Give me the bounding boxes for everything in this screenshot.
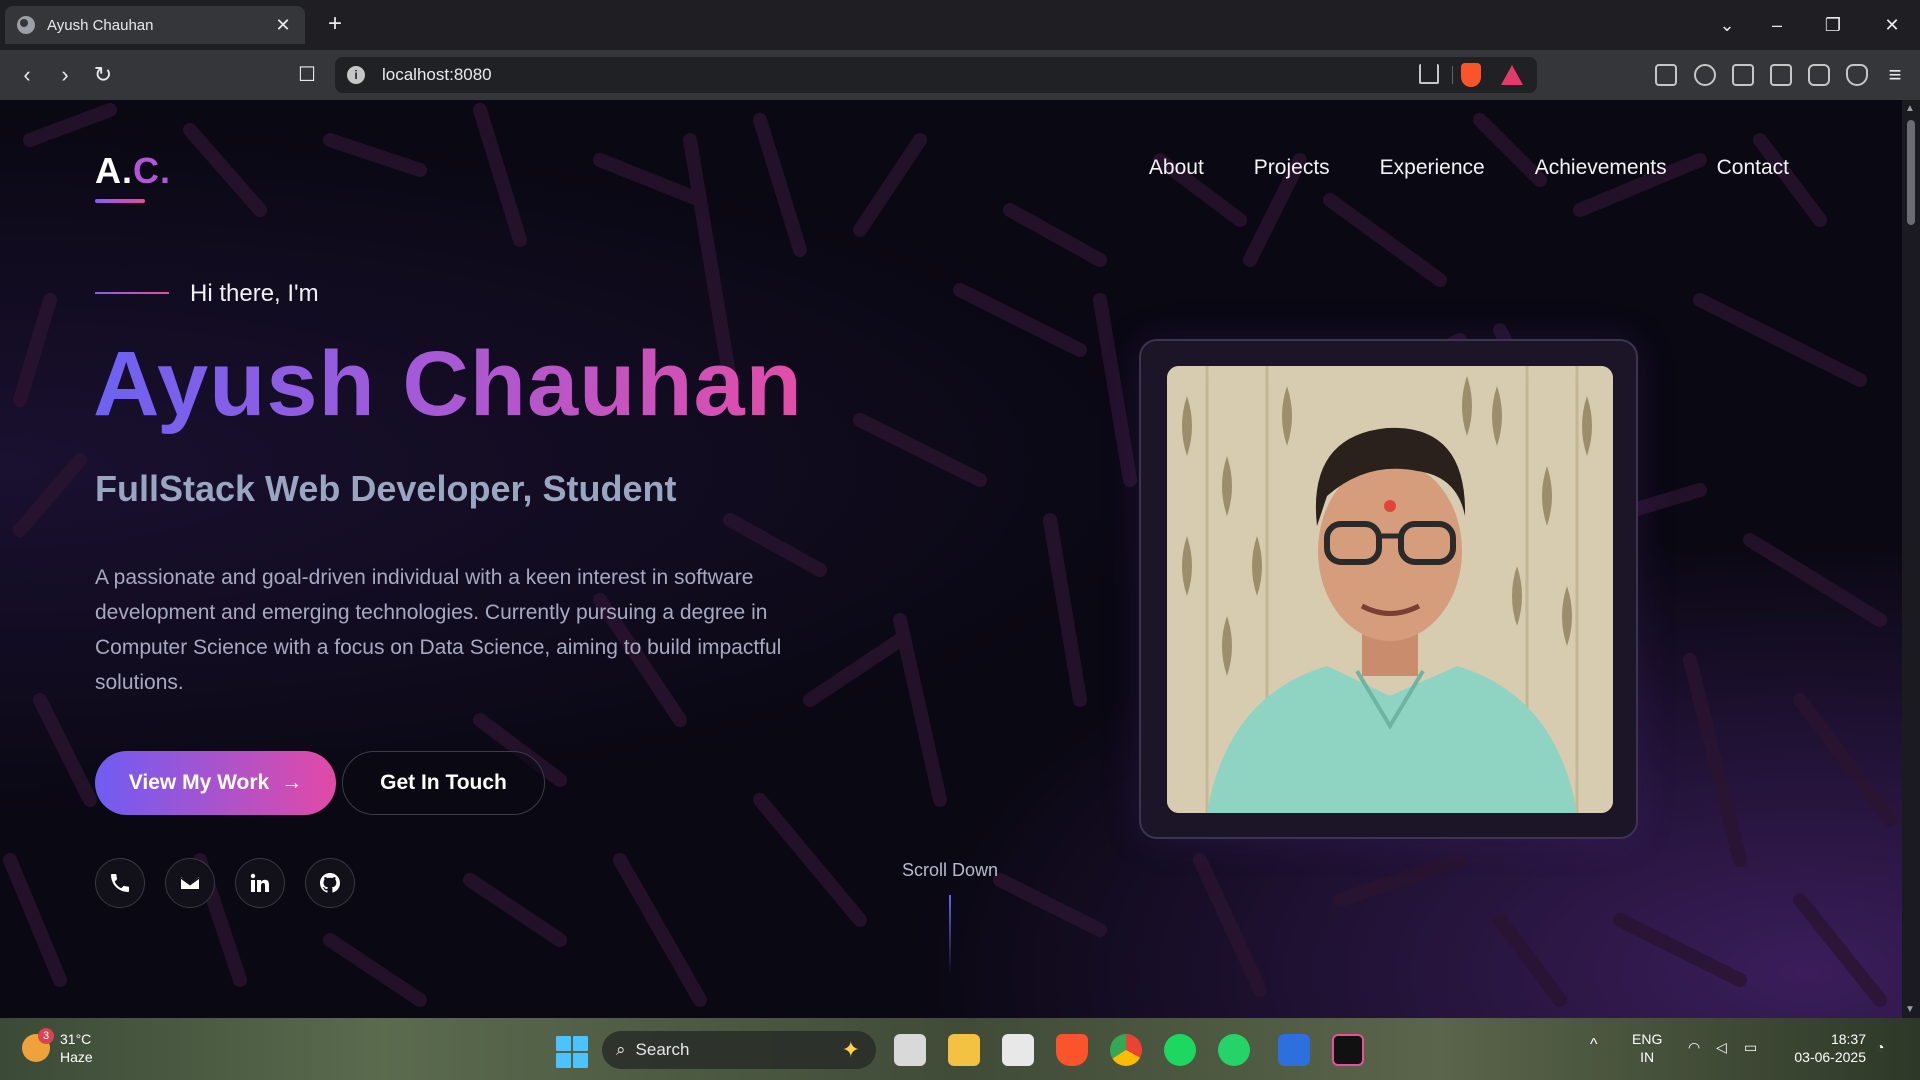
show-hidden-icons-chevron-icon[interactable]: ^ [1590,1036,1598,1054]
language-line2: IN [1640,1049,1655,1065]
greeting-line [95,292,169,294]
menu-icon[interactable]: ≡ [1880,60,1910,90]
nav-experience[interactable]: Experience [1380,156,1485,180]
reload-icon[interactable]: ↻ [88,60,118,90]
scroll-up-arrow-icon[interactable]: ▲ [1905,103,1915,114]
chrome-app-icon[interactable] [1110,1034,1142,1066]
media-icon[interactable] [1694,64,1716,86]
phone-icon [111,874,129,892]
language-indicator[interactable]: ENG IN [1632,1030,1662,1066]
nav-projects[interactable]: Projects [1254,156,1330,180]
logo-main: A. [95,150,133,191]
brave-app-icon[interactable] [1056,1034,1088,1066]
wallet-icon[interactable] [1770,64,1792,86]
search-icon: ⌕ [616,1040,626,1059]
taskbar: 3 31°C Haze ⌕ Search ✦ ^ ENG IN ◠ ◁ ▭ 18… [0,1018,1920,1080]
globe-icon [17,16,35,34]
brave-rewards-icon[interactable] [1501,65,1523,85]
tab-title: Ayush Chauhan [47,16,154,34]
get-in-touch-label: Get In Touch [380,771,507,794]
whatsapp-app-icon[interactable] [1218,1034,1250,1066]
share-icon[interactable] [1419,64,1439,84]
new-tab-button[interactable]: + [320,10,350,40]
weather-badge: 3 [38,1028,54,1044]
language-line1: ENG [1632,1031,1663,1047]
page-viewport: A.C. About Projects Experience Achieveme… [0,100,1902,1018]
bookmark-icon[interactable]: ☐ [292,60,322,90]
vpn-icon[interactable] [1846,64,1868,86]
clock[interactable]: 18:37 03-06-2025 [1786,1030,1866,1066]
tab-search-chevron-icon[interactable]: ⌄ [1712,10,1742,40]
hero-description: A passionate and goal-driven individual … [95,566,782,694]
nav-achievements[interactable]: Achievements [1535,156,1667,180]
weather-widget[interactable]: 3 31°C Haze [22,1028,93,1066]
logo-underline [95,199,145,203]
task-view-icon[interactable] [894,1034,926,1066]
browser-toolbar: ‹ › ↻ ☐ i localhost:8080 ≡ [0,50,1920,100]
arrow-right-icon: → [281,771,303,794]
browser-tab[interactable]: Ayush Chauhan ✕ [5,6,305,44]
volume-icon[interactable]: ◁ [1716,1038,1727,1056]
hero-name: Ayush Chauhan [93,333,803,435]
notification-bell-icon[interactable]: ◔ [1876,1038,1884,1056]
clock-date: 03-06-2025 [1794,1049,1866,1065]
taskbar-search-placeholder: Search [635,1040,690,1059]
close-window-button[interactable]: ✕ [1877,10,1907,40]
scroll-down-label[interactable]: Scroll Down [902,860,998,881]
hero-role: FullStack Web Developer, Student [95,468,677,509]
taskbar-search[interactable]: ⌕ Search ✦ [602,1031,876,1069]
weather-temp: 31°C [60,1031,92,1047]
copilot-sparkle-icon: ✦ [841,1037,860,1062]
scroll-indicator-line [949,895,951,975]
profile-photo-frame [1139,339,1638,839]
view-my-work-label: View My Work [128,771,270,794]
divider [1452,66,1453,84]
profile-photo [1167,366,1613,813]
back-icon[interactable]: ‹ [12,60,42,90]
weather-icon: 3 [22,1028,54,1062]
leo-ai-icon[interactable] [1808,64,1830,86]
weather-condition: Haze [60,1049,93,1065]
nav-contact[interactable]: Contact [1717,156,1789,180]
greeting-text: Hi there, I'm [190,280,319,307]
browser-tab-strip: Ayush Chauhan ✕ + ⌄ – ❐ ✕ [0,0,1920,50]
remote-app-icon[interactable] [1278,1034,1310,1066]
phone-button[interactable] [95,858,145,908]
intellij-app-icon[interactable] [1332,1034,1364,1066]
linkedin-button[interactable] [235,858,285,908]
site-logo[interactable]: A.C. [95,150,171,192]
site-nav: About Projects Experience Achievements C… [1149,156,1789,180]
spotify-app-icon[interactable] [1164,1034,1196,1066]
forward-icon[interactable]: › [50,60,80,90]
scroll-down-arrow-icon[interactable]: ▼ [1905,1004,1915,1015]
file-explorer-icon[interactable] [948,1034,980,1066]
wifi-icon[interactable]: ◠ [1688,1038,1700,1056]
github-button[interactable] [305,858,355,908]
restore-button[interactable]: ❐ [1818,10,1848,40]
sidebar-icon[interactable] [1732,64,1754,86]
microsoft-store-icon[interactable] [1002,1034,1034,1066]
profile-photo-illustration [1167,366,1613,813]
linkedin-icon [250,873,269,892]
logo-accent: C. [133,150,171,191]
close-tab-button[interactable]: ✕ [273,15,293,36]
address-bar[interactable]: i localhost:8080 [335,57,1537,93]
page-scrollbar[interactable]: ▲ ▼ [1902,100,1920,1018]
site-info-icon[interactable]: i [347,66,365,84]
brave-shields-icon[interactable] [1461,63,1481,87]
github-icon [320,873,340,893]
nav-about[interactable]: About [1149,156,1204,180]
windows-start-icon[interactable] [556,1036,588,1068]
extensions-icon[interactable] [1655,64,1677,86]
view-my-work-button[interactable]: View My Work → [95,751,336,815]
email-button[interactable] [165,858,215,908]
url-text[interactable]: localhost:8080 [382,65,492,85]
minimize-button[interactable]: – [1762,10,1792,40]
get-in-touch-button[interactable]: Get In Touch [342,751,545,815]
battery-icon[interactable]: ▭ [1744,1038,1757,1056]
scrollbar-thumb[interactable] [1907,120,1915,225]
mail-icon [180,877,200,889]
clock-time: 18:37 [1830,1031,1866,1047]
